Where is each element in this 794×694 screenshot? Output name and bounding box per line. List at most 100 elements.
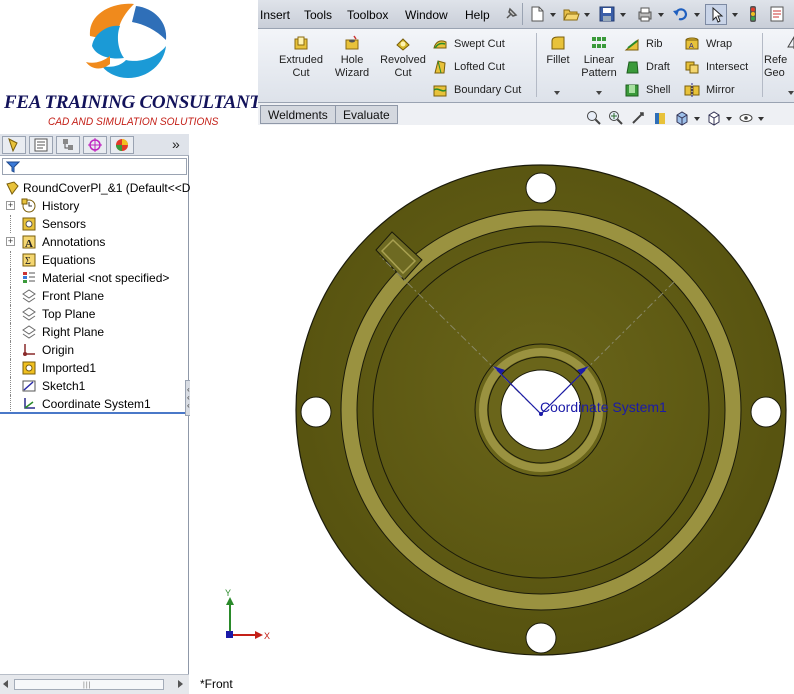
reference-geometry-dropdown-icon[interactable] <box>788 91 794 95</box>
tab-configuration-manager[interactable] <box>56 136 80 154</box>
tree-item-right-plane[interactable]: Right Plane <box>0 323 189 341</box>
zoom-to-fit-icon[interactable] <box>586 110 602 126</box>
fillet-dropdown-icon[interactable] <box>554 91 560 95</box>
tree-item-sketch1[interactable]: Sketch1 <box>0 377 189 395</box>
expand-toggle-icon[interactable]: + <box>6 237 15 246</box>
wrap-icon: A <box>685 37 699 50</box>
new-document-icon[interactable] <box>528 5 546 23</box>
triad-z-origin <box>226 631 233 638</box>
linear-pattern-button[interactable]: Linear Pattern <box>578 35 620 80</box>
plane-icon <box>22 325 36 339</box>
cursor-arrow-icon <box>712 6 724 23</box>
scroll-right-icon[interactable] <box>178 680 183 688</box>
save-dropdown-icon[interactable] <box>620 13 626 17</box>
tree-item-top-plane[interactable]: Top Plane <box>0 305 189 323</box>
tree-item-equations[interactable]: Σ Equations <box>0 251 189 269</box>
tab-display-manager[interactable] <box>110 136 134 154</box>
menu-help[interactable]: Help <box>465 8 490 22</box>
tab-weldments[interactable]: Weldments <box>260 105 336 124</box>
open-folder-icon[interactable] <box>562 5 580 23</box>
tree-item-sensors[interactable]: Sensors <box>0 215 189 233</box>
extruded-cut-button[interactable]: Extruded Cut <box>276 35 326 80</box>
select-dropdown-icon[interactable] <box>732 13 738 17</box>
zoom-to-area-icon[interactable] <box>608 110 624 126</box>
feature-tree-icon <box>8 138 18 153</box>
boundary-cut-label: Boundary Cut <box>454 84 522 96</box>
company-tagline: CAD AND SIMULATION SOLUTIONS <box>48 116 219 128</box>
bolt-hole-bottom[interactable] <box>525 622 557 654</box>
tab-dimxpert-manager[interactable] <box>83 136 107 154</box>
tree-item-imported1[interactable]: Imported1 <box>0 359 189 377</box>
configuration-manager-icon <box>63 139 73 150</box>
expand-tabs-icon[interactable]: » <box>172 136 180 152</box>
tree-item-label: Coordinate System1 <box>42 397 151 411</box>
bolt-hole-right[interactable] <box>750 396 782 428</box>
menu-toolbox[interactable]: Toolbox <box>347 8 388 22</box>
rollback-bar[interactable] <box>0 412 189 414</box>
tree-item-front-plane[interactable]: Front Plane <box>0 287 189 305</box>
part-view-svg[interactable]: Coordinate System1 Y X <box>190 130 794 694</box>
save-icon[interactable] <box>598 5 616 23</box>
view-name-label: *Front <box>200 677 233 691</box>
tree-item-material-not-specified[interactable]: Material <not specified> <box>0 269 189 287</box>
undo-icon[interactable] <box>672 5 690 23</box>
view-orientation-dropdown-icon[interactable] <box>694 117 700 121</box>
tree-item-annotations[interactable]: + A Annotations <box>0 233 189 251</box>
menu-tools[interactable]: Tools <box>304 8 332 22</box>
tree-connector <box>10 395 11 413</box>
new-dropdown-icon[interactable] <box>550 13 556 17</box>
expand-toggle-icon[interactable]: + <box>6 201 15 210</box>
swept-cut-label: Swept Cut <box>454 38 505 50</box>
menu-window[interactable]: Window <box>405 8 448 22</box>
tree-connector <box>10 251 11 269</box>
select-button[interactable] <box>705 4 727 25</box>
hide-show-items-icon[interactable] <box>738 110 754 126</box>
tree-connector <box>10 341 11 359</box>
hide-show-dropdown-icon[interactable] <box>758 117 764 121</box>
tree-connector <box>10 269 11 287</box>
rebuild-traffic-light-icon[interactable] <box>744 5 762 23</box>
tab-property-manager[interactable] <box>29 136 53 154</box>
tree-item-label: Material <not specified> <box>42 271 170 285</box>
print-icon[interactable] <box>636 5 654 23</box>
file-properties-icon[interactable] <box>768 5 786 23</box>
imported-feature-icon <box>22 361 36 375</box>
tree-connector <box>10 377 11 395</box>
view-orientation-icon[interactable] <box>674 110 690 126</box>
part-name: RoundCoverPl_&1 (Default<<D <box>23 181 191 195</box>
pin-icon[interactable] <box>502 5 520 23</box>
hole-wizard-icon <box>345 35 359 50</box>
section-view-icon[interactable] <box>652 110 668 126</box>
scroll-thumb[interactable]: ||| <box>14 679 164 690</box>
tree-item-history[interactable]: + History <box>0 197 189 215</box>
linear-pattern-dropdown-icon[interactable] <box>596 91 602 95</box>
swept-cut-icon <box>433 40 447 49</box>
revolved-cut-button[interactable]: Revolved Cut <box>378 35 428 80</box>
scroll-left-icon[interactable] <box>3 680 8 688</box>
svg-text:A: A <box>25 238 33 250</box>
graphics-area[interactable]: Coordinate System1 Y X <box>190 130 794 694</box>
tree-item-coordinate-system1[interactable]: Coordinate System1 <box>0 395 189 413</box>
display-style-dropdown-icon[interactable] <box>726 117 732 121</box>
feature-tree-filter[interactable] <box>2 158 187 175</box>
rib-label: Rib <box>646 38 663 50</box>
tree-item-origin[interactable]: Origin <box>0 341 189 359</box>
triad-y-arrow <box>226 597 234 605</box>
horizontal-scrollbar[interactable]: ||| <box>0 674 189 694</box>
previous-view-icon[interactable] <box>630 110 646 126</box>
print-dropdown-icon[interactable] <box>658 13 664 17</box>
tree-connector <box>10 323 11 341</box>
hole-wizard-button[interactable]: Hole Wizard <box>330 35 374 80</box>
fillet-button[interactable]: Fillet <box>540 35 576 67</box>
open-dropdown-icon[interactable] <box>584 13 590 17</box>
display-style-icon[interactable] <box>706 110 722 126</box>
tab-evaluate[interactable]: Evaluate <box>335 105 398 124</box>
undo-dropdown-icon[interactable] <box>694 13 700 17</box>
tree-root-part[interactable]: RoundCoverPl_&1 (Default<<D <box>0 179 191 197</box>
bolt-hole-top[interactable] <box>525 172 557 204</box>
bolt-hole-left[interactable] <box>300 396 332 428</box>
triad-x-arrow <box>255 631 263 639</box>
tab-feature-manager[interactable] <box>2 136 26 154</box>
menu-insert[interactable]: Insert <box>260 8 290 22</box>
reference-geometry-button[interactable]: Refe Geo <box>764 35 794 80</box>
